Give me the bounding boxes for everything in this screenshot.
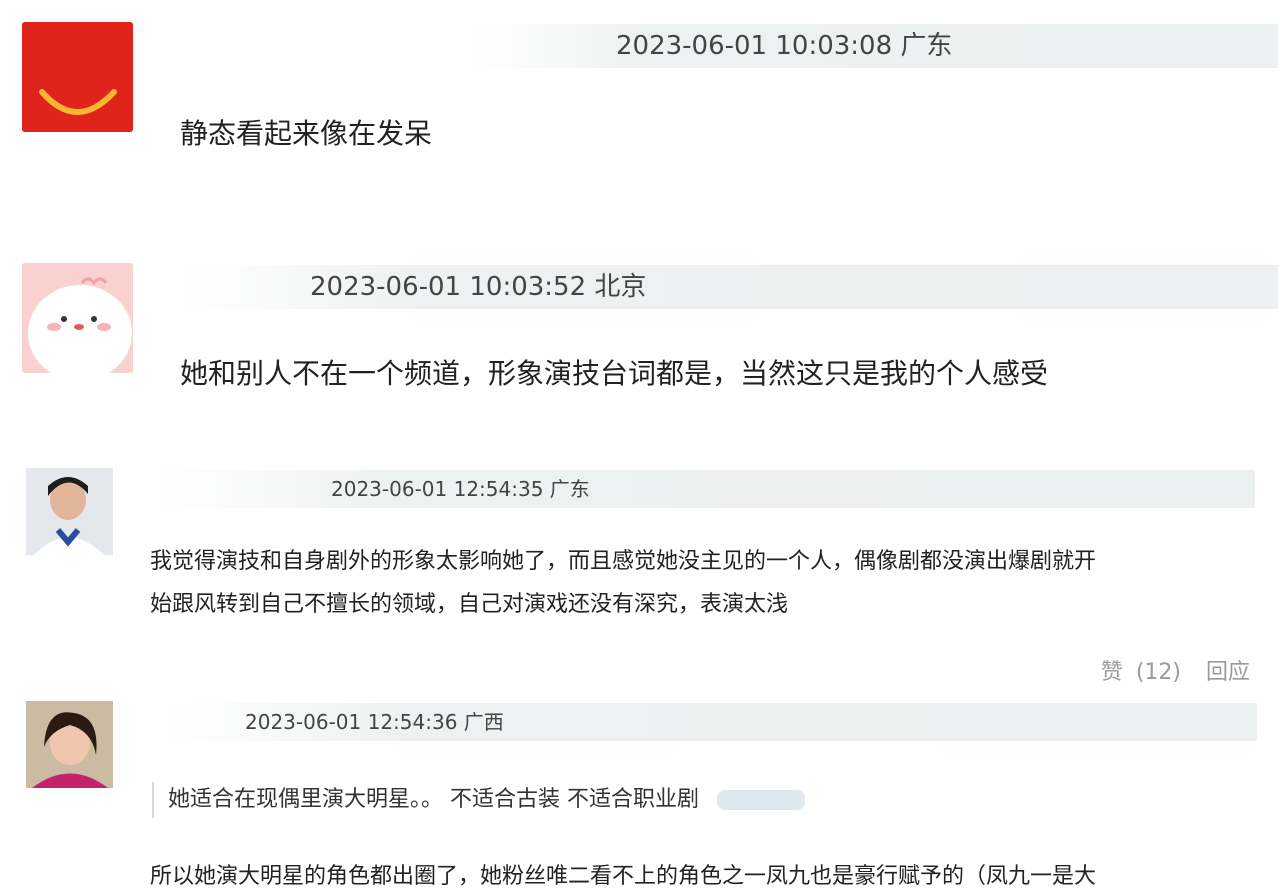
quoted-reply: 她适合在现偶里演大明星。。 不适合古装 不适合职业剧 [152, 782, 805, 818]
avatar[interactable] [22, 263, 133, 373]
like-label: 赞 [1100, 660, 1123, 685]
location: 北京 [594, 272, 647, 302]
comment-text-line: 我觉得演技和自身剧外的形象太影响她了，而且感觉她没主见的一个人，偶像剧都没演出爆… [150, 549, 1097, 574]
comment-text: 静态看起来像在发呆 [180, 117, 433, 150]
location: 广东 [549, 477, 590, 501]
happy-box-icon [22, 22, 133, 132]
blurred-username [717, 790, 805, 810]
comment-item: 2023-06-01 12:54:35 广东 我觉得演技和自身剧外的形象太影响她… [0, 460, 1280, 700]
timestamp: 2023-06-01 10:03:52 [310, 272, 587, 302]
user-photo-icon [26, 468, 113, 555]
avatar[interactable] [26, 701, 113, 788]
timestamp: 2023-06-01 10:03:08 [616, 31, 893, 61]
comment-item: 2023-06-01 12:54:36 广西 她适合在现偶里演大明星。。 不适合… [0, 700, 1280, 889]
reply-button[interactable]: 回应 [1206, 660, 1250, 685]
avatar[interactable] [26, 468, 113, 555]
timestamp: 2023-06-01 12:54:36 [245, 710, 458, 734]
comment-text: 她和别人不在一个频道，形象演技台词都是，当然这只是我的个人感受 [180, 357, 1049, 390]
comment-item: 2023-06-01 10:03:08 广东 静态看起来像在发呆 [0, 0, 1280, 240]
cartoon-face-icon [22, 263, 133, 373]
like-count: (12) [1135, 660, 1181, 685]
comment-meta: 2023-06-01 12:54:36 广西 [165, 703, 1257, 741]
quote-text: 她适合在现偶里演大明星。。 不适合古装 不适合职业剧 [168, 787, 699, 812]
comment-actions: 赞 (12) 回应 [1065, 654, 1250, 686]
like-button[interactable]: 赞 (12) [1083, 660, 1188, 685]
location: 广西 [463, 710, 504, 734]
comment-meta: 2023-06-01 12:54:35 广东 [155, 470, 1255, 508]
user-photo-icon [26, 701, 113, 788]
comment-meta: 2023-06-01 10:03:08 广东 [470, 24, 1278, 68]
comment-meta: 2023-06-01 10:03:52 北京 [180, 265, 1278, 309]
comment-text: 所以她演大明星的角色都出圈了，她粉丝唯二看不上的角色之一凤九也是豪行赋予的（凤九… [150, 864, 1097, 889]
comment-item: 2023-06-01 10:03:52 北京 她和别人不在一个频道，形象演技台词… [0, 240, 1280, 460]
avatar[interactable] [22, 22, 133, 132]
timestamp: 2023-06-01 12:54:35 [331, 477, 544, 501]
location: 广东 [900, 31, 953, 61]
comment-text-line: 始跟风转到自己不擅长的领域，自己对演戏还没有深究，表演太浅 [150, 592, 789, 617]
